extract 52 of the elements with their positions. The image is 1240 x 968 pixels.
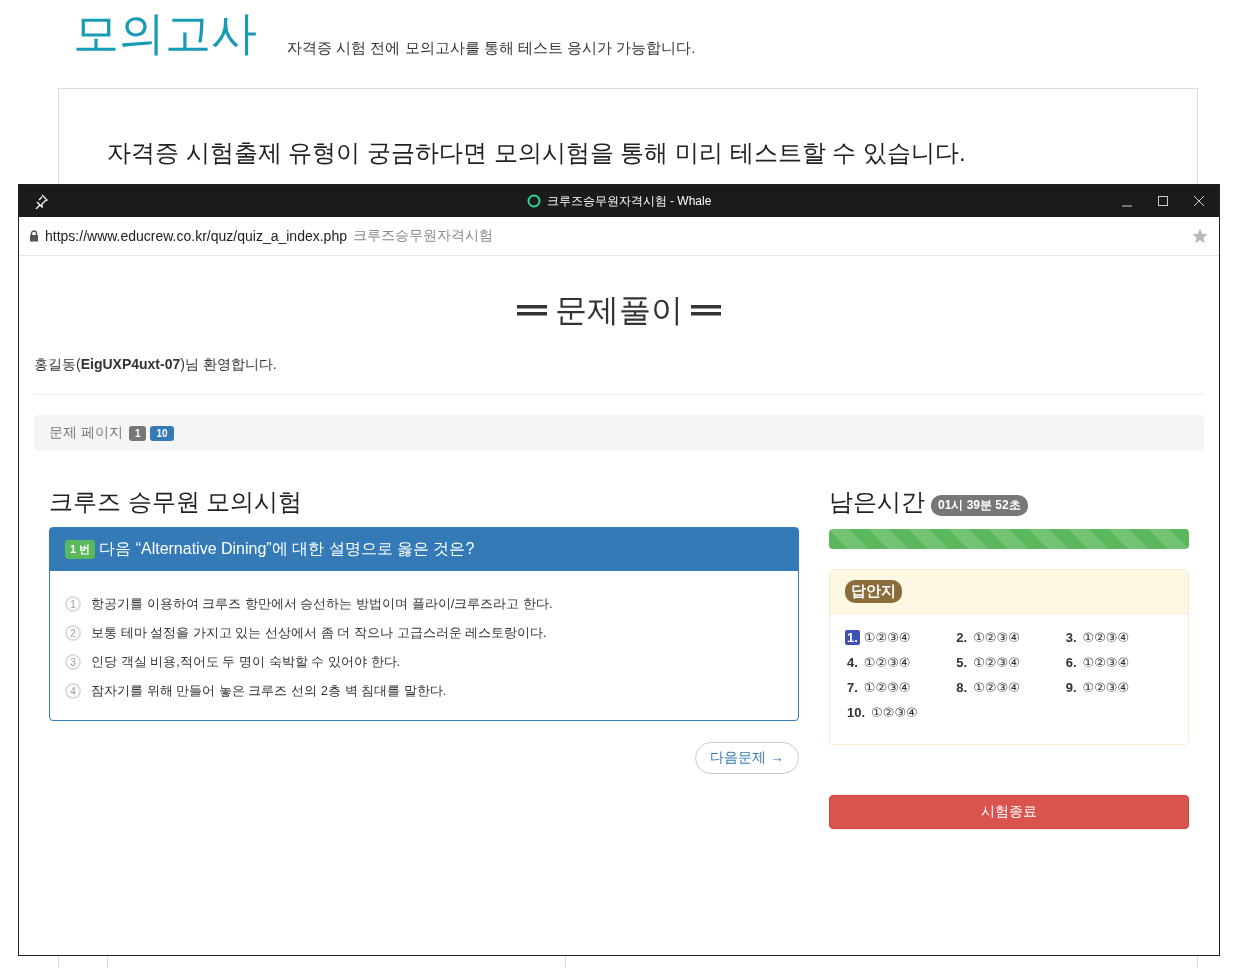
next-question-button[interactable]: 다음문제 → bbox=[695, 742, 799, 774]
answer-choices[interactable]: ①②③④ bbox=[973, 630, 1020, 645]
answer-number[interactable]: 8. bbox=[954, 680, 970, 695]
lead-text: 자격증 시험출제 유형이 궁금하다면 모의시험을 통해 미리 테스트할 수 있습니다. bbox=[107, 138, 967, 168]
exam-title: 크루즈 승무원 모의시험 bbox=[49, 487, 304, 517]
pin-icon[interactable] bbox=[33, 193, 49, 209]
option-text[interactable]: 보통 테마 설정을 가지고 있는 선상에서 좀 더 작으나 고급스러운 레스토랑이다. bbox=[91, 624, 547, 642]
answer-number[interactable]: 3. bbox=[1063, 630, 1079, 645]
answer-number[interactable]: 7. bbox=[845, 680, 860, 695]
star-icon[interactable] bbox=[1191, 227, 1209, 245]
answer-number[interactable]: 5. bbox=[954, 655, 970, 670]
answer-number[interactable]: 1. bbox=[845, 630, 860, 645]
double-line-icon bbox=[691, 303, 721, 317]
circle-icon bbox=[526, 194, 541, 208]
maximize-icon[interactable] bbox=[1157, 195, 1169, 207]
answer-number[interactable]: 10. bbox=[845, 705, 868, 720]
option-text[interactable]: 인당 객실 비용,적어도 두 명이 숙박할 수 있어야 한다. bbox=[91, 653, 401, 671]
question-number-badge: 1 번 bbox=[65, 540, 96, 559]
window-title: 크루즈승무원자격시험 - Whale bbox=[546, 192, 712, 210]
page-title: 모의고사 bbox=[73, 6, 257, 60]
address-bar[interactable]: https://www.educrew.co.kr/quz/quiz_a_index.php 크루즈승무원자격시험 bbox=[19, 217, 1219, 256]
end-exam-button[interactable]: 시험종료 bbox=[829, 795, 1189, 829]
answer-choices[interactable]: ①②③④ bbox=[1082, 630, 1130, 645]
option-text[interactable]: 항공기를 이용하여 크루즈 항만에서 승선하는 방법이며 플라이/크루즈라고 한다. bbox=[91, 595, 553, 613]
total-pages-badge: 10 bbox=[150, 425, 174, 441]
time-label: 남은시간 bbox=[829, 487, 925, 517]
question-text: 다음 “Alternative Dining”에 대한 설명으로 옳은 것은? bbox=[99, 539, 475, 559]
answer-number[interactable]: 4. bbox=[845, 655, 860, 670]
welcome-text: 홍길동(EigUXP4uxt-07)님 환영합니다. bbox=[34, 356, 278, 374]
answer-number[interactable]: 2. bbox=[954, 630, 970, 645]
page-title-text: 크루즈승무원자격시험 bbox=[352, 227, 493, 245]
lock-icon bbox=[29, 230, 39, 242]
answer-number[interactable]: 6. bbox=[1063, 655, 1079, 670]
answer-choices[interactable]: ①②③④ bbox=[973, 680, 1020, 695]
answer-sheet-title: 답안지 bbox=[845, 580, 902, 603]
section-heading: 문제풀이 bbox=[555, 291, 683, 330]
answer-choices[interactable]: ①②③④ bbox=[871, 705, 918, 720]
time-badge: 01시 39분 52초 bbox=[931, 494, 1028, 516]
double-line-icon bbox=[517, 303, 547, 317]
option-text[interactable]: 잠자기를 위해 만들어 놓은 크루즈 선의 2층 벽 침대를 말한다. bbox=[91, 682, 447, 700]
answer-choices[interactable]: ①②③④ bbox=[973, 655, 1020, 670]
answer-choices[interactable]: ①②③④ bbox=[1082, 680, 1130, 695]
answer-number[interactable]: 9. bbox=[1063, 680, 1079, 695]
answer-choices[interactable]: ①②③④ bbox=[1082, 655, 1130, 670]
answer-choices[interactable]: ①②③④ bbox=[863, 630, 911, 645]
page-label: 문제 페이지 bbox=[49, 424, 123, 442]
current-page-badge: 1 bbox=[128, 425, 147, 441]
answer-choices[interactable]: ①②③④ bbox=[863, 655, 911, 670]
url-text: https://www.educrew.co.kr/quz/quiz_a_index.php bbox=[45, 228, 347, 244]
page-subtitle: 자격증 시험 전에 모의고사를 통해 테스트 응시가 가능합니다. bbox=[287, 39, 696, 58]
close-icon[interactable] bbox=[1193, 195, 1205, 207]
answer-choices[interactable]: ①②③④ bbox=[863, 680, 911, 695]
